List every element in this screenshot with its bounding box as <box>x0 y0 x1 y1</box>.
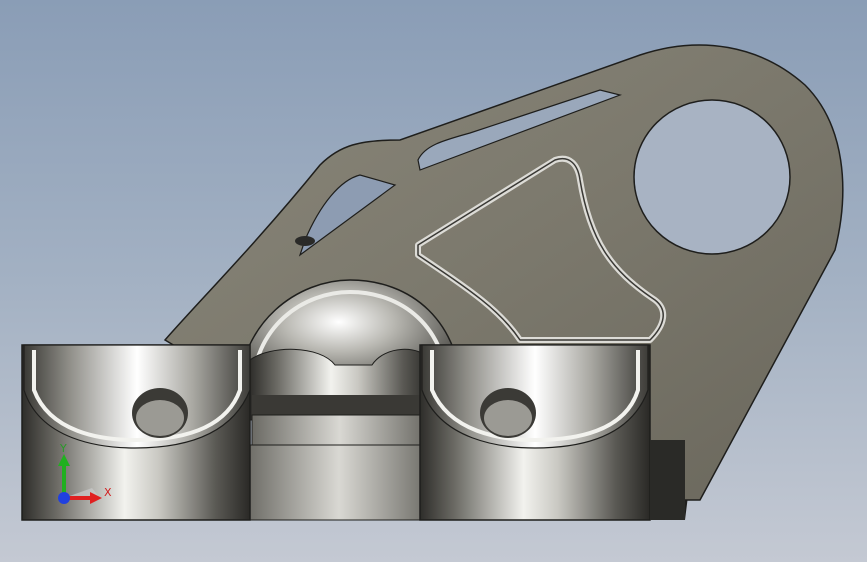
y-axis-arrowhead <box>58 454 70 466</box>
cad-viewport[interactable]: Y X <box>0 0 867 562</box>
right-cup <box>419 344 651 521</box>
mounting-hole <box>633 99 791 255</box>
z-axis-dot <box>58 492 70 504</box>
x-axis-label: X <box>104 486 112 499</box>
cad-model-render <box>21 44 844 521</box>
plate-edge <box>650 440 685 520</box>
y-axis-label: Y <box>59 442 67 455</box>
orientation-triad[interactable]: Y X <box>40 440 120 520</box>
center-saddle <box>245 348 433 521</box>
bolt-head <box>295 236 315 246</box>
